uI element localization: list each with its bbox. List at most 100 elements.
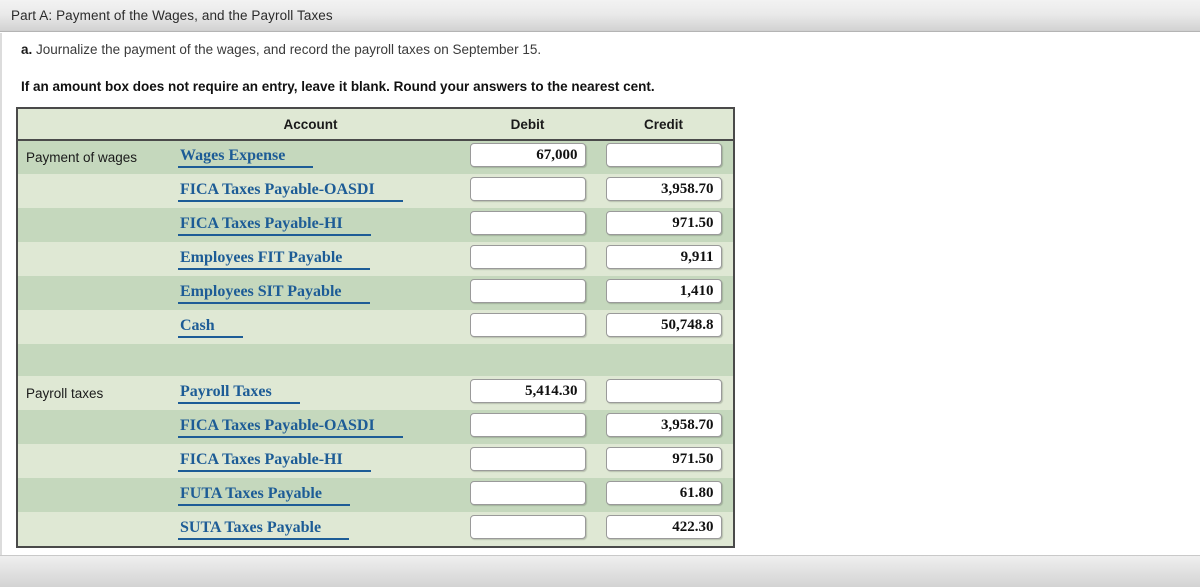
question-letter: a.: [21, 42, 33, 57]
account-cell: Employees FIT Payable: [160, 242, 461, 276]
debit-amount-input[interactable]: 67,000: [469, 143, 586, 167]
row-label: [18, 276, 160, 310]
header-debit: Debit: [461, 109, 594, 141]
debit-amount-input[interactable]: [469, 244, 586, 269]
exercise-page: Part A: Payment of the Wages, and the Pa…: [0, 0, 1200, 587]
credit-cell: 9,911: [594, 242, 733, 276]
table-row: Cash 50,748.8: [18, 310, 733, 344]
table-row: Payment of wages Wages Expense 67,000: [18, 140, 733, 174]
row-label: Payroll taxes: [18, 376, 160, 410]
debit-cell: [461, 478, 594, 512]
account-select-link[interactable]: FICA Taxes Payable-HI: [178, 215, 371, 236]
credit-amount-input[interactable]: 971.50: [605, 210, 722, 235]
account-cell: [160, 344, 461, 376]
account-select-link[interactable]: Employees SIT Payable: [178, 283, 370, 304]
header-account: Account: [160, 109, 461, 141]
credit-amount-input[interactable]: 1,410: [605, 278, 722, 303]
account-cell: Cash: [160, 310, 461, 344]
debit-cell: [461, 410, 594, 444]
account-select-link[interactable]: Wages Expense: [178, 147, 314, 168]
credit-cell: [594, 140, 733, 174]
debit-cell: 67,000: [461, 140, 594, 174]
credit-cell: 50,748.8: [594, 310, 733, 344]
credit-cell: 971.50: [594, 444, 733, 478]
credit-cell: 3,958.70: [594, 410, 733, 444]
credit-amount-input[interactable]: 971.50: [605, 446, 722, 471]
debit-amount-input[interactable]: [469, 480, 586, 505]
credit-amount-input[interactable]: 3,958.70: [605, 176, 722, 201]
credit-amount-input[interactable]: 50,748.8: [605, 312, 722, 337]
credit-amount-input[interactable]: 3,958.70: [605, 412, 722, 437]
credit-cell: 1,410: [594, 276, 733, 310]
row-label: [18, 208, 160, 242]
debit-amount-input[interactable]: [469, 446, 586, 471]
debit-amount-input[interactable]: [469, 412, 586, 437]
credit-amount-input[interactable]: 61.80: [605, 480, 722, 505]
debit-cell: [461, 242, 594, 276]
part-title: Part A: Payment of the Wages, and the Pa…: [11, 8, 333, 23]
credit-cell: [594, 344, 733, 376]
row-label: [18, 444, 160, 478]
account-select-link[interactable]: SUTA Taxes Payable: [178, 519, 350, 540]
credit-cell: [594, 376, 733, 410]
account-cell: FUTA Taxes Payable: [160, 478, 461, 512]
debit-cell: [461, 310, 594, 344]
debit-amount-input[interactable]: [469, 514, 586, 539]
table-row: FUTA Taxes Payable 61.80: [18, 478, 733, 512]
account-cell: Payroll Taxes: [160, 376, 461, 410]
header-row: Account Debit Credit: [18, 109, 733, 141]
credit-cell: 61.80: [594, 478, 733, 512]
row-label: [18, 512, 160, 546]
debit-cell: [461, 276, 594, 310]
account-select-link[interactable]: FICA Taxes Payable-OASDI: [178, 181, 403, 202]
table-row: Employees FIT Payable 9,911: [18, 242, 733, 276]
credit-amount-input[interactable]: [605, 378, 722, 403]
account-select-link[interactable]: FUTA Taxes Payable: [178, 485, 350, 506]
table-row: FICA Taxes Payable-OASDI 3,958.70: [18, 410, 733, 444]
header-credit: Credit: [594, 109, 733, 141]
debit-cell: [461, 444, 594, 478]
credit-cell: 422.30: [594, 512, 733, 546]
account-cell: FICA Taxes Payable-HI: [160, 444, 461, 478]
debit-amount-input[interactable]: [469, 210, 586, 235]
table-head: Account Debit Credit: [18, 109, 733, 141]
debit-amount-input[interactable]: [469, 312, 586, 337]
row-label: [18, 174, 160, 208]
debit-cell: [461, 174, 594, 208]
account-select-link[interactable]: FICA Taxes Payable-OASDI: [178, 417, 403, 438]
journal-entry-table: Account Debit Credit Payment of wages Wag…: [16, 107, 735, 548]
debit-cell: [461, 208, 594, 242]
account-select-link[interactable]: Payroll Taxes: [178, 383, 300, 404]
account-cell: SUTA Taxes Payable: [160, 512, 461, 546]
credit-cell: 3,958.70: [594, 174, 733, 208]
debit-amount-input[interactable]: 5,414.30: [469, 378, 586, 403]
credit-amount-input[interactable]: 422.30: [605, 514, 722, 539]
debit-amount-input[interactable]: [469, 176, 586, 201]
row-label: [18, 310, 160, 344]
table-body: Payment of wages Wages Expense 67,000 FICA …: [18, 140, 733, 546]
account-cell: FICA Taxes Payable-OASDI: [160, 174, 461, 208]
header-label-blank: [18, 109, 160, 141]
account-select-link[interactable]: FICA Taxes Payable-HI: [178, 451, 371, 472]
row-label: [18, 410, 160, 444]
part-title-bar: Part A: Payment of the Wages, and the Pa…: [0, 0, 1200, 32]
debit-cell: 5,414.30: [461, 376, 594, 410]
table-row: SUTA Taxes Payable 422.30: [18, 512, 733, 546]
debit-amount-input[interactable]: [469, 278, 586, 303]
account-select-link[interactable]: Cash: [178, 317, 243, 338]
row-label: [18, 478, 160, 512]
table-row: Employees SIT Payable 1,410: [18, 276, 733, 310]
debit-cell: [461, 512, 594, 546]
account-select-link[interactable]: Employees FIT Payable: [178, 249, 371, 270]
journal-table: Account Debit Credit Payment of wages Wag…: [18, 109, 733, 546]
row-label: [18, 344, 160, 376]
account-cell: Employees SIT Payable: [160, 276, 461, 310]
credit-amount-input[interactable]: [605, 143, 722, 167]
account-cell: FICA Taxes Payable-HI: [160, 208, 461, 242]
credit-amount-input[interactable]: 9,911: [605, 244, 722, 269]
table-spacer-row: [18, 344, 733, 376]
table-row: Payroll taxes Payroll Taxes 5,414.30: [18, 376, 733, 410]
row-label: Payment of wages: [18, 140, 160, 174]
table-row: FICA Taxes Payable-OASDI 3,958.70: [18, 174, 733, 208]
credit-cell: 971.50: [594, 208, 733, 242]
